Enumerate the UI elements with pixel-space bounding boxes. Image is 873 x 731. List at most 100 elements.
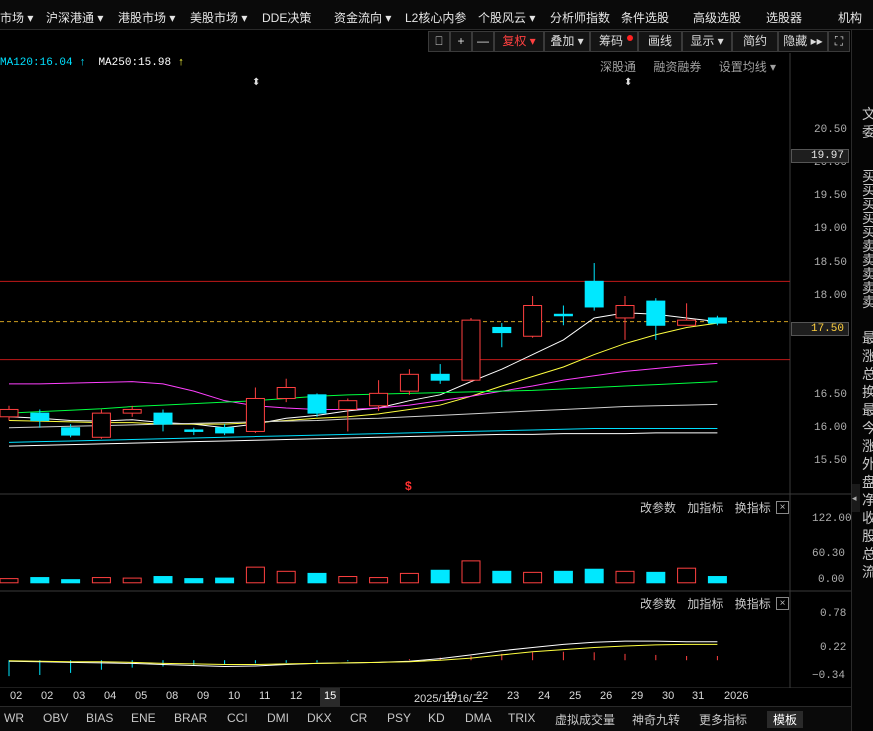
volume-bar bbox=[276, 570, 296, 584]
price-tick: 18.50 bbox=[814, 257, 848, 269]
candle-body bbox=[677, 319, 697, 326]
candle-body bbox=[707, 317, 727, 324]
tab-template[interactable]: 模板 bbox=[767, 711, 804, 728]
event-marker-icon[interactable]: ⬍ bbox=[252, 77, 260, 88]
candle-body bbox=[30, 412, 50, 421]
event-marker-icon[interactable]: ⬍ bbox=[624, 77, 632, 88]
oscillator-line-2 bbox=[8, 643, 718, 665]
side-panel-label: 今 bbox=[862, 420, 873, 436]
switch-indicator-link[interactable]: 换指标 bbox=[735, 597, 771, 611]
candle-body bbox=[646, 300, 666, 326]
date-tick: 08 bbox=[166, 690, 179, 702]
candle-body bbox=[369, 392, 389, 407]
volume-bar bbox=[0, 578, 19, 584]
volume-bar bbox=[707, 576, 727, 584]
quote-side-panel: 文 委 买 买 买 买 买 卖 卖 卖 卖 卖 最 涨 总 换 最 今 涨 外 … bbox=[851, 30, 873, 731]
candle-body bbox=[184, 429, 204, 432]
candle-body bbox=[399, 373, 419, 392]
side-panel-label: 盘 bbox=[862, 474, 873, 490]
ma-line-ma5 bbox=[8, 312, 718, 429]
ma-line-ma120 bbox=[8, 428, 718, 443]
side-panel-label: 涨 bbox=[862, 348, 873, 364]
price-tick: 19.00 bbox=[814, 223, 848, 235]
price-tick: 18.00 bbox=[814, 290, 848, 302]
sub1-close-icon[interactable]: × bbox=[776, 501, 789, 514]
volume-bar bbox=[553, 570, 573, 584]
date-tick: 05 bbox=[135, 690, 148, 702]
sub1-links: 改参数 加指标 换指标 bbox=[640, 499, 771, 516]
date-tick: 02 bbox=[41, 690, 54, 702]
volume-bar bbox=[245, 566, 265, 584]
date-tick: 19 bbox=[445, 690, 458, 702]
side-panel-label: 收 bbox=[862, 510, 873, 526]
volume-bar bbox=[184, 578, 204, 584]
sub2-tick: 0.22 bbox=[820, 642, 847, 654]
candle-body bbox=[492, 326, 512, 334]
tab-bias[interactable]: BIAS bbox=[86, 711, 113, 725]
candle-body bbox=[61, 427, 81, 436]
sub2-tick: 0.78 bbox=[820, 608, 847, 620]
date-tick: 04 bbox=[104, 690, 117, 702]
volume-bar bbox=[584, 568, 604, 584]
edit-params-link[interactable]: 改参数 bbox=[640, 501, 676, 515]
tab-cr[interactable]: CR bbox=[350, 711, 367, 725]
tab-dmi[interactable]: DMI bbox=[267, 711, 289, 725]
dollar-marker-icon[interactable]: $ bbox=[405, 479, 412, 493]
volume-bar bbox=[338, 576, 358, 584]
volume-bar bbox=[61, 579, 81, 584]
tab-psy[interactable]: PSY bbox=[387, 711, 411, 725]
side-panel-label: 总 bbox=[862, 366, 873, 382]
panel-collapse-handle-icon[interactable]: ◂ bbox=[852, 484, 860, 512]
tab-more-indicators[interactable]: 更多指标 bbox=[699, 711, 747, 728]
side-panel-label: 换 bbox=[862, 384, 873, 400]
tab-ene[interactable]: ENE bbox=[131, 711, 156, 725]
volume-bar bbox=[215, 577, 235, 584]
candle-body bbox=[0, 408, 19, 418]
date-tick: 29 bbox=[631, 690, 644, 702]
side-panel-label: 股 bbox=[862, 528, 873, 544]
tab-virtual-volume[interactable]: 虚拟成交量 bbox=[555, 711, 615, 728]
date-tick: 25 bbox=[569, 690, 582, 702]
date-axis: 02 02 03 04 05 08 09 10 11 12 15 2025/12… bbox=[0, 688, 790, 706]
candle-body bbox=[523, 305, 543, 337]
sub2-close-icon[interactable]: × bbox=[776, 597, 789, 610]
date-tick: 22 bbox=[476, 690, 489, 702]
candle-body bbox=[276, 387, 296, 399]
high-price-tag: 19.97 bbox=[791, 149, 849, 163]
date-tick: 26 bbox=[600, 690, 613, 702]
add-indicator-link[interactable]: 加指标 bbox=[687, 597, 723, 611]
tab-dma[interactable]: DMA bbox=[465, 711, 492, 725]
edit-params-link[interactable]: 改参数 bbox=[640, 597, 676, 611]
sub1-tick: 0.00 bbox=[818, 574, 845, 586]
kline-chart[interactable] bbox=[0, 0, 851, 688]
volume-bar bbox=[492, 570, 512, 584]
price-tick: 16.00 bbox=[814, 422, 848, 434]
switch-indicator-link[interactable]: 换指标 bbox=[735, 501, 771, 515]
tab-obv[interactable]: OBV bbox=[43, 711, 68, 725]
candle-body bbox=[553, 313, 573, 317]
date-tick: 09 bbox=[197, 690, 210, 702]
tab-magic-nine[interactable]: 神奇九转 bbox=[632, 711, 680, 728]
volume-bar bbox=[399, 572, 419, 584]
date-tick: 02 bbox=[10, 690, 23, 702]
current-price-tag: 17.50 bbox=[791, 322, 849, 336]
tab-dkx[interactable]: DKX bbox=[307, 711, 332, 725]
side-panel-label: 最 bbox=[862, 402, 873, 418]
date-tick: 24 bbox=[538, 690, 551, 702]
volume-bar bbox=[646, 571, 666, 584]
tab-wr[interactable]: WR bbox=[4, 711, 24, 725]
tab-cci[interactable]: CCI bbox=[227, 711, 248, 725]
volume-bar bbox=[523, 571, 543, 584]
volume-bar bbox=[677, 567, 697, 584]
tab-trix[interactable]: TRIX bbox=[508, 711, 535, 725]
volume-bar bbox=[30, 577, 50, 584]
date-tick: 2026 bbox=[724, 690, 749, 702]
side-panel-label: 涨 bbox=[862, 438, 873, 454]
sub2-tick: −0.34 bbox=[812, 670, 846, 682]
candle-body bbox=[215, 427, 235, 434]
add-indicator-link[interactable]: 加指标 bbox=[687, 501, 723, 515]
side-panel-label: 委 bbox=[862, 124, 873, 140]
candle-body bbox=[91, 412, 111, 438]
tab-kd[interactable]: KD bbox=[428, 711, 445, 725]
tab-brar[interactable]: BRAR bbox=[174, 711, 207, 725]
